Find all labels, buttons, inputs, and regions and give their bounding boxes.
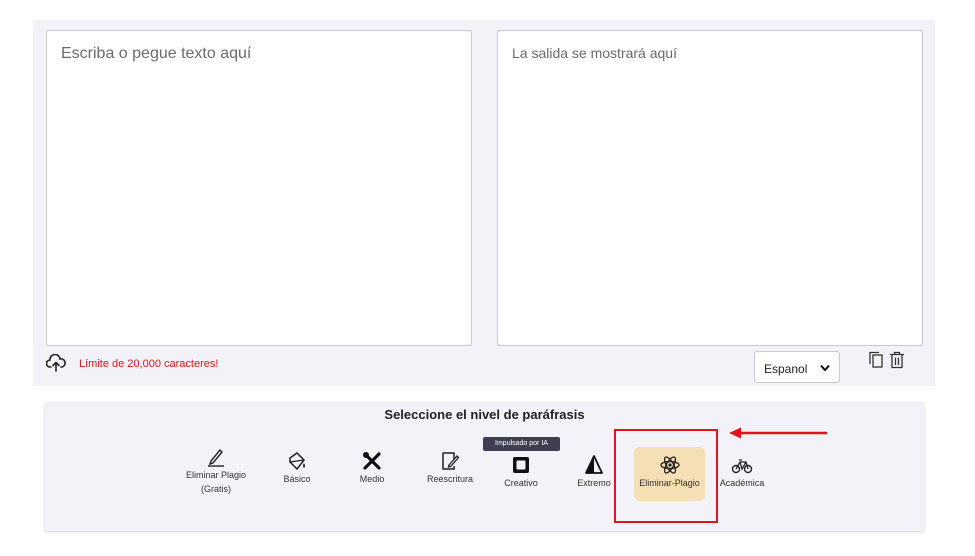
mode-academica[interactable]: Académica xyxy=(712,454,772,490)
paraphrase-level-panel: Seleccione el nivel de paráfrasis Impuls… xyxy=(45,402,924,531)
mode-label: Eliminar Plagio xyxy=(185,470,247,480)
char-limit-text: Límite de 20,000 caracteres! xyxy=(79,358,219,370)
input-placeholder: Escriba o pegue texto aquí xyxy=(61,45,252,62)
copy-icon[interactable] xyxy=(868,351,884,369)
editor-panel: Escriba o pegue texto aquí La salida se … xyxy=(33,20,935,386)
level-title: Seleccione el nivel de paráfrasis xyxy=(384,407,585,422)
mode-label: Académica xyxy=(719,478,765,488)
input-textarea[interactable]: Escriba o pegue texto aquí xyxy=(46,30,472,346)
rewrite-icon xyxy=(442,452,460,470)
mode-extremo[interactable]: Extremo xyxy=(568,454,620,490)
mode-label: Medio xyxy=(359,474,385,484)
mode-basico[interactable]: Básico xyxy=(269,450,325,486)
frame-icon xyxy=(513,457,529,473)
output-placeholder: La salida se mostrará aquí xyxy=(512,45,677,61)
trash-icon[interactable] xyxy=(889,351,905,369)
ai-powered-badge: Impulsado por IA xyxy=(483,437,560,451)
mode-label: Básico xyxy=(283,474,311,484)
language-value: Espanol xyxy=(764,362,808,376)
bicycle-icon xyxy=(731,459,753,474)
mode-reescritura[interactable]: Reescritura xyxy=(415,450,485,486)
mode-label: Reescritura xyxy=(426,474,473,484)
mode-label-sub: (Gratis) xyxy=(201,484,231,494)
paint-bucket-icon xyxy=(289,452,305,471)
chevron-down-icon xyxy=(820,364,830,372)
tools-icon xyxy=(363,452,381,470)
mode-eliminar-plagio-gratis[interactable]: Eliminar Plagio (Gratis) xyxy=(173,446,259,496)
arrow-pointer xyxy=(729,427,827,439)
mode-label: Extremo xyxy=(577,478,611,488)
pen-icon xyxy=(208,448,224,467)
prism-icon xyxy=(585,455,603,474)
upload-cloud-icon[interactable] xyxy=(46,354,66,372)
output-textarea[interactable]: La salida se mostrará aquí xyxy=(497,30,923,346)
mode-medio[interactable]: Medio xyxy=(346,450,398,486)
mode-creativo[interactable]: Creativo xyxy=(494,454,548,490)
highlight-box xyxy=(614,429,718,523)
mode-label: Creativo xyxy=(504,478,538,488)
language-select[interactable]: Espanol xyxy=(754,351,840,383)
